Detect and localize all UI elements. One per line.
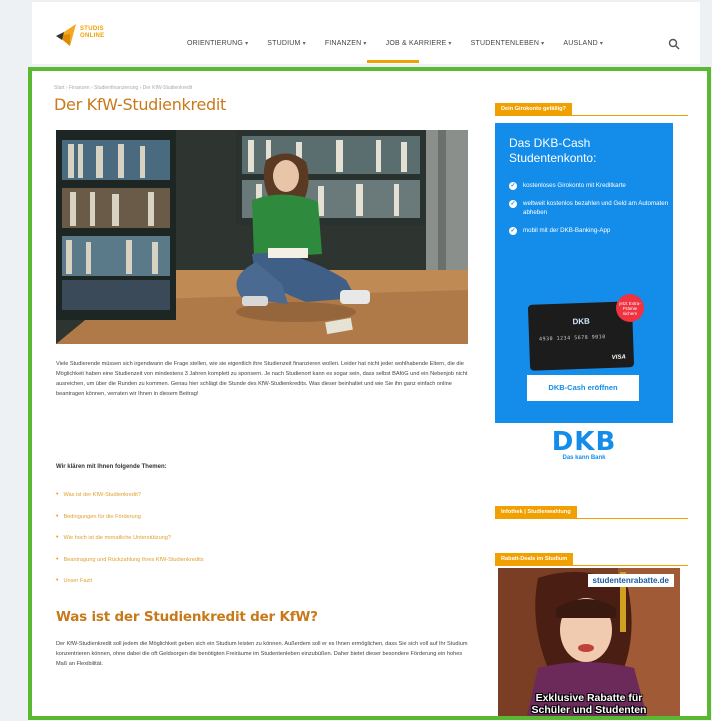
logo-mark-icon — [56, 24, 76, 46]
page-title: Der KfW-Studienkredit — [54, 95, 226, 114]
check-icon: ✓ — [509, 227, 517, 235]
studentenrabatte-banner[interactable]: studentenrabatte.de Exklusive Rabatte fü… — [498, 568, 680, 716]
check-icon: ✓ — [509, 182, 517, 190]
sidebar-widget-title: Rabatt-Deals im Studium — [495, 553, 574, 565]
toc-link[interactable]: Bedingungen für die Förderung — [56, 513, 204, 535]
toc-heading: Wir klären mit Ihnen folgende Themen: — [56, 464, 167, 470]
studentenrabatte-logo: studentenrabatte.de — [587, 574, 674, 587]
ad-benefit: ✓ kostenloses Girokonto mit Kreditkarte — [509, 182, 626, 190]
article-header: Start › Finanzen › Studienfinanzierung ›… — [54, 85, 474, 114]
ad-benefits-list: ✓ kostenloses Girokonto mit Kreditkarte ✓… — [509, 181, 669, 244]
section-heading: Was ist der Studienkredit der KfW? — [56, 609, 318, 625]
intro-paragraph: Viele Studierende müssen sich irgendwann… — [56, 361, 468, 397]
promo-text: Exklusive Rabatte für Schüler und Studen… — [531, 692, 647, 716]
sidebar-widget-infothek: Infothek | Studienwahlung — [495, 500, 688, 519]
divider — [495, 518, 688, 519]
open-account-button[interactable]: DKB-Cash eröffnen — [527, 375, 639, 401]
divider — [495, 115, 688, 116]
sidebar-widget-title: Dein Girokonto gefällig? — [495, 103, 572, 115]
toc-link[interactable]: Unser Fazit — [56, 577, 204, 599]
nav-orientierung[interactable]: ORIENTIERUNG ▾ — [187, 40, 248, 47]
ad-benefit: ✓ mobil mit der DKB-Banking-App — [509, 227, 611, 235]
nav-studium[interactable]: STUDIUM ▾ — [267, 40, 306, 47]
visa-logo: VISA — [611, 354, 626, 361]
toc-link[interactable]: Was ist der KfW-Studienkredit? — [56, 491, 204, 513]
chevron-down-icon: ▾ — [363, 41, 367, 47]
main-nav: ORIENTIERUNG ▾ STUDIUM ▾ FINANZEN ▾ JOB & K… — [187, 40, 622, 47]
sidebar-widget-title[interactable]: Infothek | Studienwahlung — [495, 506, 577, 518]
table-of-contents: Was ist der KfW-Studienkredit? Bedingung… — [56, 491, 204, 599]
breadcrumb[interactable]: Start › Finanzen › Studienfinanzierung ›… — [54, 85, 474, 91]
dkb-advertisement[interactable]: Das DKB-Cash Studentenkonto: ✓ kostenlose… — [495, 123, 673, 475]
check-icon: ✓ — [509, 200, 517, 208]
divider — [495, 565, 688, 566]
site-header: STUDIS ONLINE ORIENTIERUNG ▾ STUDIUM ▾ FIN… — [32, 2, 700, 64]
search-icon[interactable] — [668, 38, 680, 50]
toc-link[interactable]: Wie hoch ist die monatliche Unterstützun… — [56, 534, 204, 556]
section-paragraph: Der KfW-Studienkredit soll jedem die Mög… — [56, 641, 468, 667]
card-number: 4930 1234 5678 9010 — [538, 334, 606, 343]
card-brand: DKB — [572, 316, 590, 327]
nav-studentenleben[interactable]: STUDENTENLEBEN ▾ — [471, 40, 545, 47]
chevron-down-icon: ▾ — [302, 41, 306, 47]
sidebar-widget-rabatte: Rabatt-Deals im Studium — [495, 547, 688, 566]
dkb-logo: DKB — [551, 427, 617, 457]
logo-text: STUDIS ONLINE — [80, 26, 105, 39]
ad-title: Das DKB-Cash Studentenkonto: — [509, 136, 597, 165]
ad-benefit: ✓ weltweit kostenlos bezahlen und Geld am… — [509, 200, 669, 216]
nav-job-karriere[interactable]: JOB & KARRIERE ▾ — [386, 40, 452, 47]
chevron-down-icon: ▾ — [599, 41, 604, 47]
chevron-down-icon: ▾ — [448, 41, 452, 47]
hero-image — [56, 130, 468, 344]
active-nav-indicator — [367, 60, 419, 63]
nav-finanzen[interactable]: FINANZEN ▾ — [325, 40, 367, 47]
dkb-slogan: Das kann Bank — [562, 455, 606, 461]
sidebar-widget-girokonto: Dein Girokonto gefällig? — [495, 97, 688, 116]
promo-badge: jetzt Extra-Prämie sichern — [616, 294, 644, 322]
chevron-down-icon: ▾ — [245, 41, 249, 47]
toc-link[interactable]: Beantragung und Rückzahlung Ihres KfW-St… — [56, 556, 203, 578]
site-logo[interactable]: STUDIS ONLINE — [56, 22, 116, 52]
nav-ausland[interactable]: AUSLAND ▾ — [563, 40, 603, 47]
ad-footer: DKB Das kann Bank — [495, 423, 673, 475]
content-highlight-frame: Start › Finanzen › Studienfinanzierung ›… — [28, 67, 711, 720]
chevron-down-icon: ▾ — [541, 41, 545, 47]
